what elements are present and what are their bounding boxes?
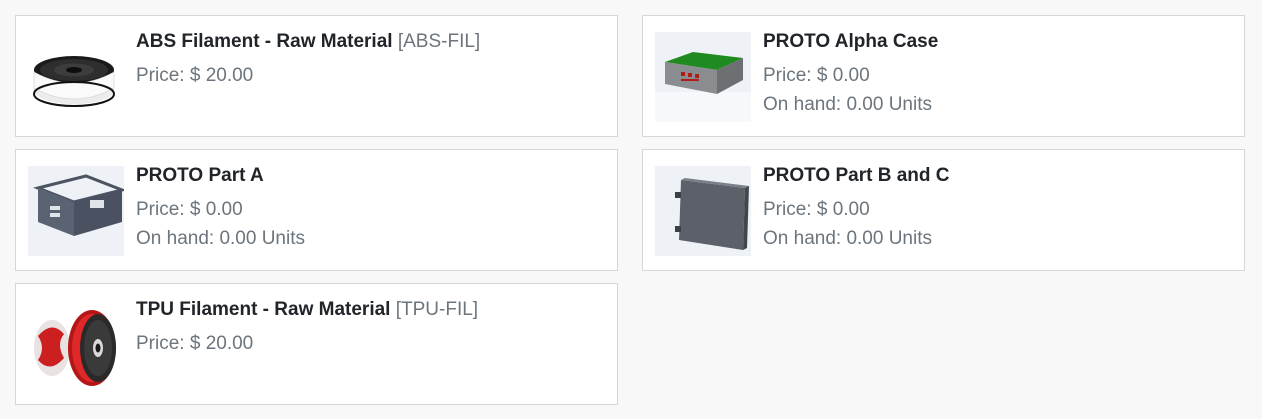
product-info: PROTO Alpha Case Price: $ 0.00 On hand: … [763,30,1234,117]
product-name: PROTO Alpha Case [763,31,939,52]
product-price: Price: $ 20.00 [136,333,254,354]
product-info: PROTO Part A Price: $ 0.00 On hand: 0.00… [136,164,607,251]
product-price: Price: $ 20.00 [136,65,254,86]
product-info: PROTO Part B and C Price: $ 0.00 On hand… [763,164,1234,251]
product-title-line: PROTO Alpha Case [763,30,1234,54]
product-on-hand: On hand: 0.00 Units [763,228,932,249]
product-name: TPU Filament - Raw Material [136,299,391,320]
product-title-line: TPU Filament - Raw Material [TPU-FIL] [136,298,607,322]
product-name: PROTO Part B and C [763,165,950,186]
product-price: Price: $ 0.00 [763,65,870,86]
product-on-hand: On hand: 0.00 Units [763,94,932,115]
product-image-red-filament-spool [28,300,124,390]
product-title-line: PROTO Part A [136,164,607,188]
product-price: Price: $ 0.00 [763,199,870,220]
product-on-hand: On hand: 0.00 Units [136,228,305,249]
product-price: Price: $ 0.00 [136,199,243,220]
product-card[interactable]: PROTO Part A Price: $ 0.00 On hand: 0.00… [15,149,618,271]
product-info: TPU Filament - Raw Material [TPU-FIL] Pr… [136,298,607,356]
product-code: [ABS-FIL] [397,31,481,52]
product-image-gray-open-box-part [28,166,124,256]
product-image-green-top-gray-case [655,32,751,122]
product-info: ABS Filament - Raw Material [ABS-FIL] Pr… [136,30,607,88]
product-card[interactable]: TPU Filament - Raw Material [TPU-FIL] Pr… [15,283,618,405]
product-name: ABS Filament - Raw Material [136,31,393,52]
product-title-line: PROTO Part B and C [763,164,1234,188]
product-name: PROTO Part A [136,165,264,186]
product-card[interactable]: PROTO Alpha Case Price: $ 0.00 On hand: … [642,15,1245,137]
product-title-line: ABS Filament - Raw Material [ABS-FIL] [136,30,607,54]
product-image-white-filament-spool [28,32,124,122]
product-code: [TPU-FIL] [395,299,479,320]
product-card[interactable]: ABS Filament - Raw Material [ABS-FIL] Pr… [15,15,618,137]
product-card[interactable]: PROTO Part B and C Price: $ 0.00 On hand… [642,149,1245,271]
product-image-gray-panel-part [655,166,751,256]
product-kanban-grid: ABS Filament - Raw Material [ABS-FIL] Pr… [0,0,1262,419]
